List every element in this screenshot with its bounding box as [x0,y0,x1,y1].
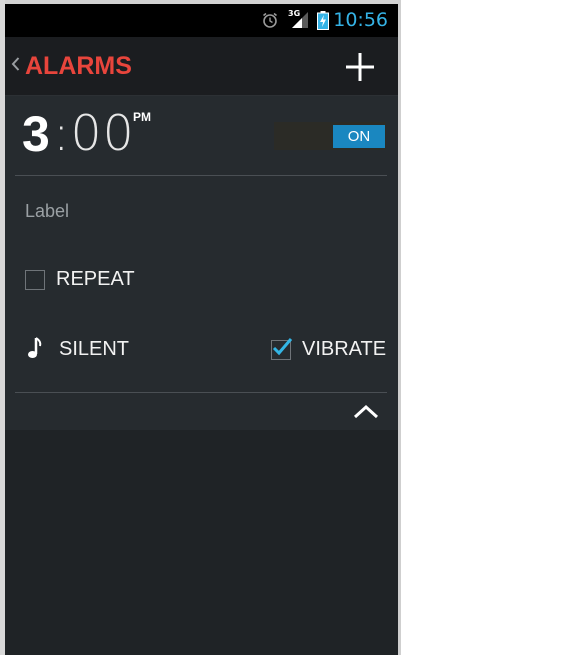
chevron-up-icon[interactable] [353,401,379,421]
device-frame-right [398,0,401,655]
plus-icon[interactable] [344,51,376,83]
signal-icon [292,12,308,28]
empty-list-area [5,430,398,655]
battery-charging-icon [317,11,329,30]
vibrate-label: VIBRATE [302,338,387,360]
repeat-checkbox[interactable] [25,270,45,290]
alarm-time-row[interactable]: 3 :00 PM ON [5,96,398,172]
alarm-ampm: PM [133,110,151,124]
page-title[interactable]: ALARMS [25,52,132,81]
alarm-toggle-on-label[interactable]: ON [333,125,385,148]
status-time: 10:56 [333,9,388,31]
divider [15,175,387,176]
action-bar: ALARMS [5,37,398,96]
alarm-clock-icon [263,12,277,28]
alarm-minutes[interactable]: :00 [53,104,135,164]
alarm-card: 3 :00 PM ON Label REPEAT SILENT VIBRATE [5,96,398,430]
chevron-left-icon[interactable] [11,57,20,71]
divider [15,392,387,393]
vibrate-checkbox[interactable] [271,338,293,360]
repeat-label: REPEAT [56,268,135,290]
status-bar: 3G 10:56 [5,4,398,37]
checkmark-icon [272,338,293,356]
phone-screen: 3G 10:56 ALARMS 3 :00 PM ON Label REPEAT… [5,4,398,655]
alarm-label-field[interactable]: Label [25,201,69,222]
music-note-icon [28,337,42,358]
alarm-hour[interactable]: 3 [22,104,50,164]
ringtone-label: SILENT [59,338,130,360]
